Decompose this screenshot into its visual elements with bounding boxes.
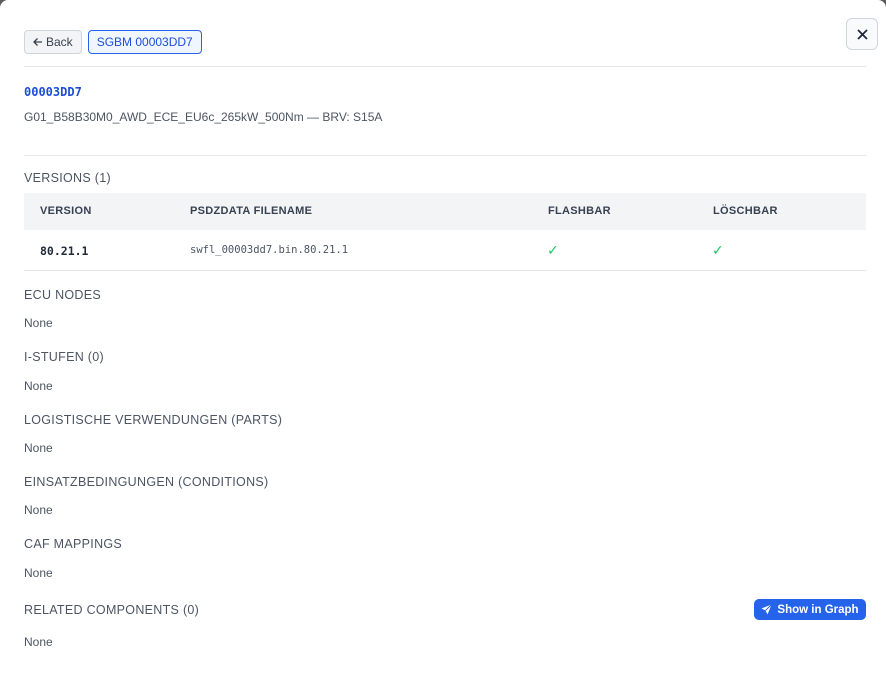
- sgbm-breadcrumb-button[interactable]: SGBM 00003DD7: [87, 30, 202, 54]
- related-components-title: RELATED COMPONENTS (0): [24, 603, 200, 617]
- show-in-graph-button[interactable]: Show in Graph: [754, 599, 866, 620]
- table-header: VERSION PSDZDATA FILENAME FLASHBAR LÖSCH…: [24, 193, 866, 230]
- filename-cell: swfl_00003dd7.bin.80.21.1: [190, 244, 349, 256]
- breadcrumb: Back SGBM 00003DD7: [24, 30, 202, 54]
- sgbm-breadcrumb-label: SGBM 00003DD7: [96, 35, 193, 49]
- related-components-value: None: [24, 635, 53, 649]
- column-header: LÖSCHBAR: [713, 205, 778, 217]
- column-header: VERSION: [40, 205, 92, 217]
- version-cell: 80.21.1: [40, 244, 89, 258]
- caf-mappings-title: CAF MAPPINGS: [24, 537, 123, 551]
- back-button[interactable]: Back: [24, 30, 82, 54]
- conditions-value: None: [24, 503, 53, 517]
- flashbar-check-icon: ✓: [547, 242, 559, 258]
- table-row: 80.21.1 swfl_00003dd7.bin.80.21.1 ✓ ✓: [24, 230, 866, 271]
- caf-mappings-value: None: [24, 566, 53, 580]
- close-icon: [856, 28, 868, 40]
- ecu-description: G01_B58B30M0_AWD_ECE_EU6c_265kW_500Nm — …: [24, 110, 383, 124]
- parts-value: None: [24, 441, 53, 455]
- ecu-id: 00003DD7: [24, 85, 82, 99]
- column-header: FLASHBAR: [548, 205, 611, 217]
- divider: [24, 155, 866, 156]
- versions-title: VERSIONS (1): [24, 171, 111, 185]
- close-button[interactable]: [846, 18, 878, 50]
- arrow-left-icon: [33, 38, 42, 46]
- conditions-title: EINSATZBEDINGUNGEN (CONDITIONS): [24, 475, 269, 489]
- loeschbar-check-icon: ✓: [712, 242, 724, 258]
- i-stufen-value: None: [24, 379, 53, 393]
- back-label: Back: [46, 35, 73, 49]
- i-stufen-title: I-STUFEN (0): [24, 350, 104, 364]
- send-icon: [761, 604, 773, 615]
- ecu-detail-modal: Back SGBM 00003DD7 00003DD7 G01_B58B30M0…: [0, 0, 886, 689]
- show-in-graph-label: Show in Graph: [777, 603, 859, 616]
- divider: [24, 66, 866, 67]
- ecu-nodes-value: None: [24, 316, 53, 330]
- ecu-nodes-title: ECU NODES: [24, 288, 102, 302]
- versions-table: VERSION PSDZDATA FILENAME FLASHBAR LÖSCH…: [24, 193, 866, 271]
- parts-title: LOGISTISCHE VERWENDUNGEN (PARTS): [24, 413, 283, 427]
- column-header: PSDZDATA FILENAME: [190, 205, 313, 217]
